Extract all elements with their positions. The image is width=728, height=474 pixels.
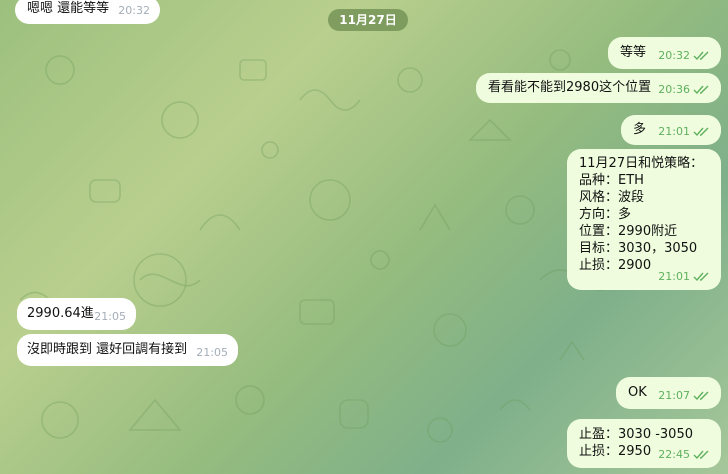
message-meta: 21:01	[658, 268, 711, 285]
double-check-icon	[693, 450, 709, 459]
message-time: 22:45	[658, 448, 690, 461]
message-time: 20:32	[118, 4, 150, 17]
message-text: 嗯嗯 還能等等	[27, 1, 110, 16]
message-text: 沒即時跟到 還好回調有接到	[27, 342, 188, 357]
message-time: 21:01	[658, 270, 690, 283]
message-bubble-incoming[interactable]: 沒即時跟到 還好回調有接到 21:05	[17, 334, 238, 366]
message-bubble-incoming[interactable]: 2990.64進 21:05	[17, 298, 136, 330]
message-meta: 21:07	[658, 387, 711, 404]
double-check-icon	[693, 85, 709, 94]
message-bubble-outgoing[interactable]: 看看能不能到2980这个位置 20:36	[476, 73, 721, 103]
message-time: 21:01	[658, 125, 690, 138]
message-time: 21:07	[658, 389, 690, 402]
message-meta: 21:01	[658, 123, 711, 140]
message-text: 看看能不能到2980这个位置	[488, 80, 652, 95]
message-meta: 21:05	[94, 308, 126, 325]
double-check-icon	[693, 51, 709, 60]
message-bubble-incoming[interactable]: 嗯嗯 還能等等 20:32	[15, 0, 160, 24]
double-check-icon	[693, 391, 709, 400]
message-time: 20:36	[658, 83, 690, 96]
date-separator: 11月27日	[328, 9, 408, 31]
message-meta: 20:32	[658, 47, 711, 64]
message-meta: 21:05	[196, 344, 228, 361]
message-meta: 20:32	[118, 2, 150, 19]
message-bubble-outgoing[interactable]: 多 21:01	[621, 115, 721, 145]
message-bubble-outgoing[interactable]: OK 21:07	[616, 377, 721, 409]
message-time: 21:05	[94, 310, 126, 323]
double-check-icon	[693, 127, 709, 136]
message-bubble-outgoing[interactable]: 止盈：3030 -3050 止损：2950 22:45	[567, 419, 721, 468]
message-text: 多	[633, 122, 647, 137]
message-text: OK	[628, 385, 647, 400]
message-time: 21:05	[196, 346, 228, 359]
message-time: 20:32	[658, 49, 690, 62]
message-meta: 20:36	[658, 81, 711, 98]
double-check-icon	[693, 272, 709, 281]
message-text: 11月27日和悦策略： 品种：ETH 风格：波段 方向：多 位置：2990附近 …	[579, 156, 704, 273]
message-meta: 22:45	[658, 446, 711, 463]
message-bubble-outgoing[interactable]: 11月27日和悦策略： 品种：ETH 风格：波段 方向：多 位置：2990附近 …	[567, 149, 721, 290]
message-text: 等等	[620, 45, 647, 60]
message-bubble-outgoing[interactable]: 等等 20:32	[608, 37, 721, 69]
message-text: 2990.64進	[27, 306, 94, 321]
